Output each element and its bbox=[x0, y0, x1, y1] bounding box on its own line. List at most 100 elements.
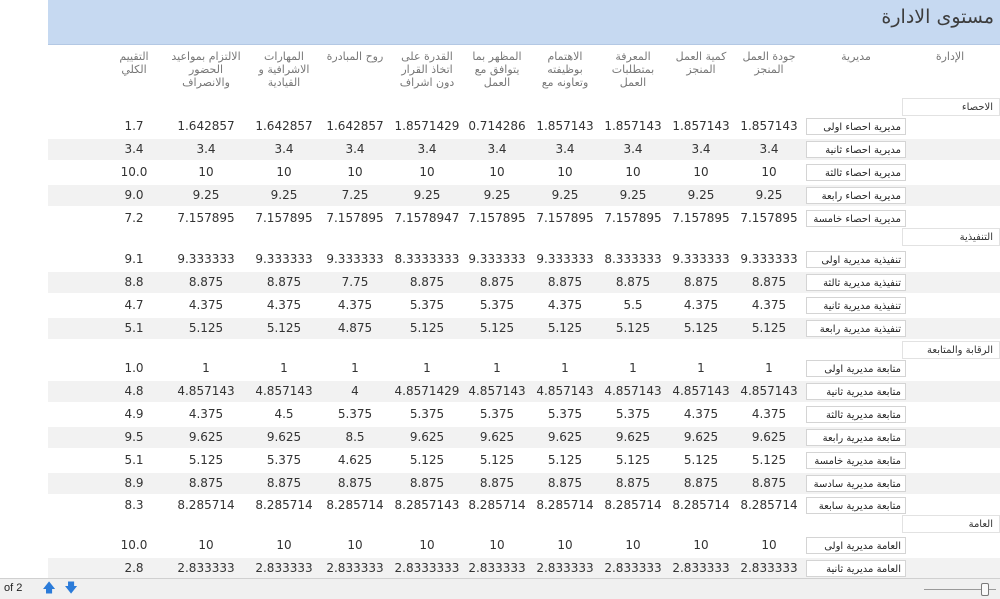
score-cell: 1 bbox=[423, 361, 431, 375]
overall-rating-cell: 9.5 bbox=[124, 430, 144, 444]
score-cell: 9.25 bbox=[551, 188, 579, 202]
score-cell: 1 bbox=[561, 361, 569, 375]
score-cell: 8.875 bbox=[188, 275, 224, 289]
score-cell: 5.125 bbox=[409, 453, 445, 467]
score-cell: 10 bbox=[557, 165, 573, 179]
score-cell: 9.25 bbox=[687, 188, 715, 202]
score-cell: 4.857143 bbox=[177, 384, 235, 398]
group-header-row: التنفيذية bbox=[48, 226, 1000, 247]
score-cell: 8.875 bbox=[751, 275, 787, 289]
zoom-slider-thumb[interactable] bbox=[981, 583, 989, 596]
up-arrow-icon[interactable]: 🡅 bbox=[42, 581, 56, 597]
score-cell: 9.25 bbox=[755, 188, 783, 202]
score-cell: 7.25 bbox=[341, 188, 369, 202]
score-cell: 4.857143 bbox=[672, 384, 730, 398]
score-cell: 1.8571429 bbox=[394, 119, 460, 133]
score-cell: 4 bbox=[351, 384, 359, 398]
score-cell: 2.833333 bbox=[604, 561, 662, 575]
score-cell: 10 bbox=[557, 538, 573, 552]
score-cell: 3.4 bbox=[196, 142, 216, 156]
score-cell: 2.833333 bbox=[536, 561, 594, 575]
score-cell: 9.625 bbox=[479, 430, 515, 444]
table-row: متابعة مديرية خامسة 5.125 5.125 5.125 5.125 5… bbox=[48, 450, 1000, 471]
score-cell: 4.375 bbox=[188, 298, 224, 312]
score-cell: 1 bbox=[765, 361, 773, 375]
score-cell: 5.125 bbox=[683, 321, 719, 335]
score-cell: 10 bbox=[625, 165, 641, 179]
score-cell: 1 bbox=[493, 361, 501, 375]
header-directorate: مديرية bbox=[841, 50, 871, 63]
table-row: تنفيذية مديرية ثانية 4.375 4.375 5.5 4.375 5.… bbox=[48, 295, 1000, 316]
directorate-name: العامة مديرية اولى bbox=[806, 537, 906, 554]
score-cell: 9.625 bbox=[188, 430, 224, 444]
score-cell: 3.4 bbox=[623, 142, 643, 156]
overall-rating-cell: 5.1 bbox=[124, 453, 144, 467]
directorate-name: مديرية احصاء رابعة bbox=[806, 187, 906, 204]
score-cell: 2.8333333 bbox=[394, 561, 460, 575]
score-cell: 10 bbox=[693, 165, 709, 179]
table-row: مديرية احصاء اولى 1.857143 1.857143 1.85714… bbox=[48, 116, 1000, 137]
score-cell: 8.5 bbox=[345, 430, 365, 444]
score-cell: 10 bbox=[347, 538, 363, 552]
table-row: مديرية احصاء رابعة 9.25 9.25 9.25 9.25 9.25 9.… bbox=[48, 185, 1000, 206]
score-cell: 1.642857 bbox=[326, 119, 384, 133]
score-cell: 9.25 bbox=[270, 188, 298, 202]
directorate-name: متابعة مديرية خامسة bbox=[806, 452, 906, 469]
score-cell: 1 bbox=[202, 361, 210, 375]
group-label: العامة bbox=[902, 515, 1000, 533]
directorate-name: تنفيذية مديرية ثالثة bbox=[806, 274, 906, 291]
overall-rating-cell: 10.0 bbox=[120, 538, 148, 552]
score-cell: 4.375 bbox=[751, 407, 787, 421]
score-cell: 5.125 bbox=[751, 453, 787, 467]
down-arrow-icon[interactable]: 🡇 bbox=[64, 581, 78, 597]
header-decision-making: القدرة على اتخاذ القرار دون اشراف bbox=[399, 50, 455, 89]
overall-rating-cell: 4.7 bbox=[124, 298, 144, 312]
score-cell: 4.857143 bbox=[536, 384, 594, 398]
table-row: مديرية احصاء ثالثة 10 10 10 10 10 10 10 10 10 10.0 bbox=[48, 162, 1000, 183]
score-cell: 5.125 bbox=[266, 321, 302, 335]
score-cell: 0.714286 bbox=[468, 119, 526, 133]
score-cell: 2.833333 bbox=[672, 561, 730, 575]
table-row: متابعة مديرية اولى 1 1 1 1 1 1 1 1 1 1.0 bbox=[48, 358, 1000, 379]
score-cell: 3.4 bbox=[274, 142, 294, 156]
header-admin: الإدارة bbox=[935, 50, 965, 63]
score-cell: 2.833333 bbox=[326, 561, 384, 575]
score-cell: 2.833333 bbox=[255, 561, 313, 575]
score-cell: 3.4 bbox=[487, 142, 507, 156]
score-cell: 9.333333 bbox=[740, 252, 798, 266]
score-cell: 5.375 bbox=[547, 407, 583, 421]
group-label: التنفيذية bbox=[902, 228, 1000, 246]
score-cell: 3.4 bbox=[759, 142, 779, 156]
score-cell: 4.857143 bbox=[604, 384, 662, 398]
score-cell: 1 bbox=[629, 361, 637, 375]
group-header-row: الرقابة والمتابعة bbox=[48, 339, 1000, 360]
score-cell: 5.375 bbox=[409, 298, 445, 312]
score-cell: 9.25 bbox=[192, 188, 220, 202]
table-row: العامة مديرية ثانية 2.833333 2.833333 2.833… bbox=[48, 558, 1000, 578]
score-cell: 9.25 bbox=[413, 188, 441, 202]
score-cell: 4.375 bbox=[188, 407, 224, 421]
score-cell: 10 bbox=[761, 538, 777, 552]
score-cell: 4.857143 bbox=[740, 384, 798, 398]
score-cell: 9.625 bbox=[683, 430, 719, 444]
score-cell: 5.375 bbox=[479, 298, 515, 312]
header-work-quality: جودة العمل المنجز bbox=[742, 50, 796, 76]
score-cell: 8.875 bbox=[751, 476, 787, 490]
score-cell: 8.3333333 bbox=[394, 252, 460, 266]
score-cell: 9.25 bbox=[619, 188, 647, 202]
score-cell: 5.375 bbox=[479, 407, 515, 421]
score-cell: 4.5 bbox=[274, 407, 294, 421]
score-cell: 2.833333 bbox=[468, 561, 526, 575]
report-viewer: مستوى الادارة الإدارة مديرية جودة العمل … bbox=[0, 0, 1000, 578]
score-cell: 10 bbox=[489, 538, 505, 552]
score-cell: 4.375 bbox=[683, 407, 719, 421]
score-cell: 3.4 bbox=[417, 142, 437, 156]
overall-rating-cell: 1.7 bbox=[124, 119, 144, 133]
score-cell: 8.875 bbox=[547, 476, 583, 490]
score-cell: 10 bbox=[276, 538, 292, 552]
overall-rating-cell: 8.8 bbox=[124, 275, 144, 289]
score-cell: 9.625 bbox=[409, 430, 445, 444]
score-cell: 3.4 bbox=[345, 142, 365, 156]
score-cell: 10 bbox=[347, 165, 363, 179]
score-cell: 5.125 bbox=[409, 321, 445, 335]
